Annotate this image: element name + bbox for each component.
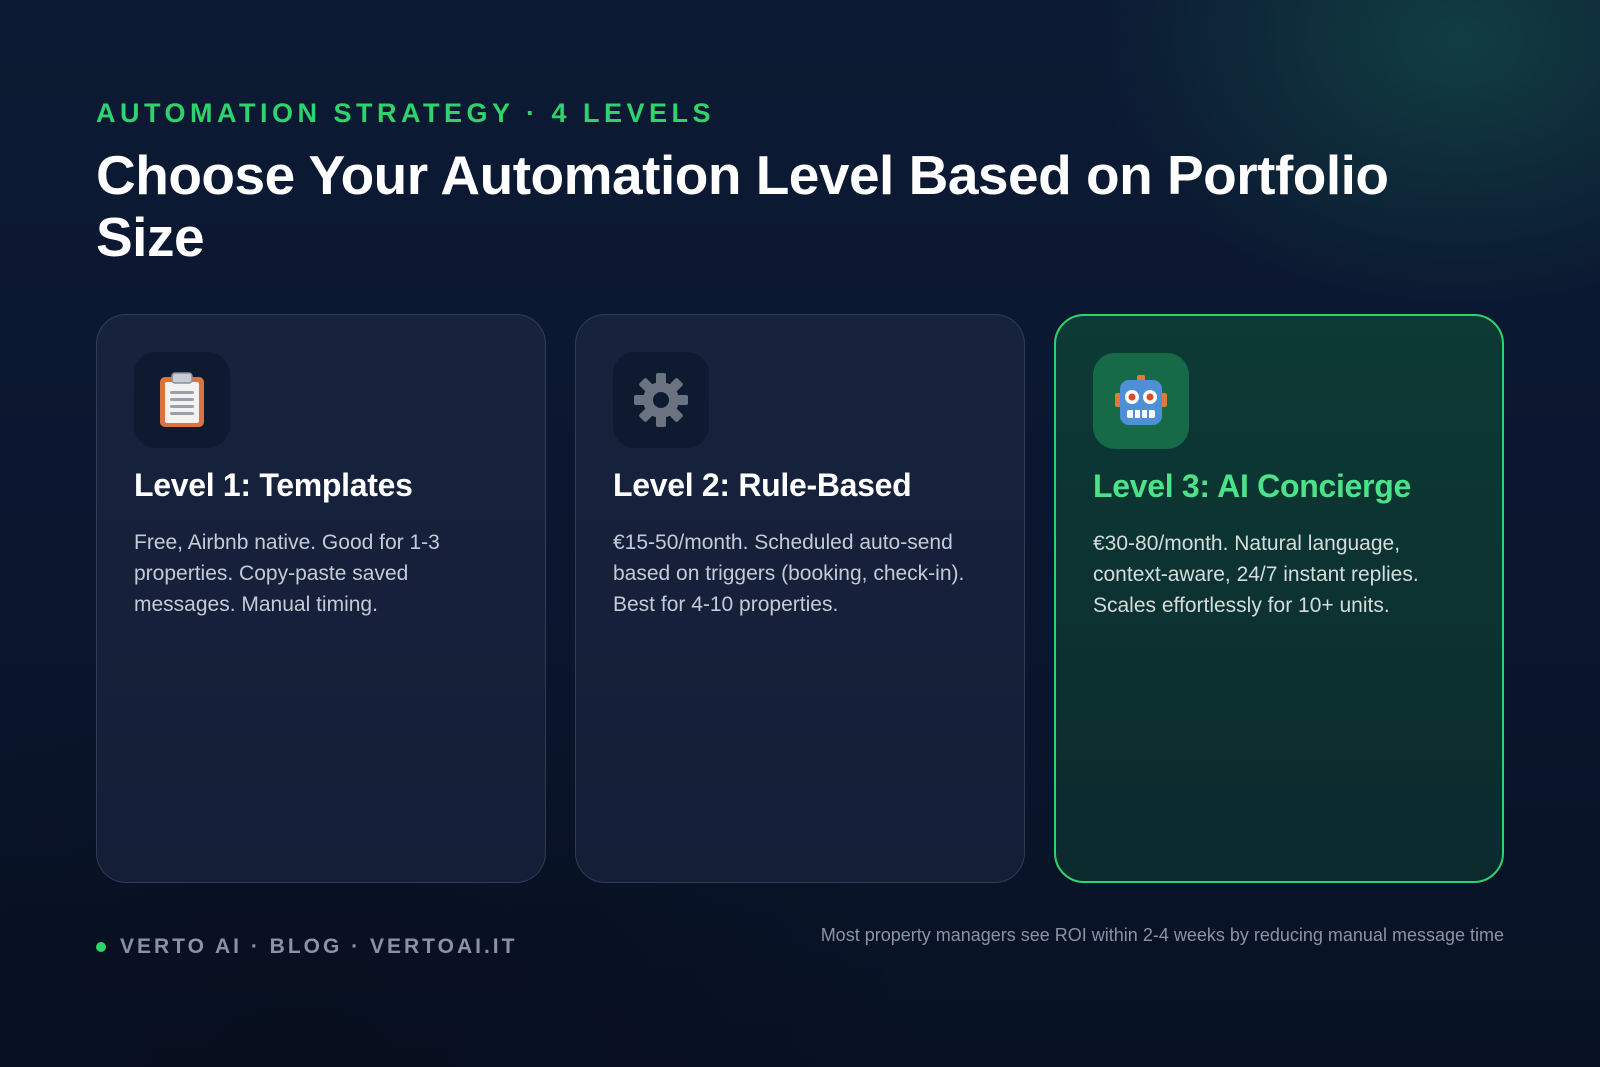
footer-brand: VERTO AI · BLOG · VERTOAI.IT bbox=[96, 935, 517, 959]
brand-label: VERTO AI · BLOG · VERTOAI.IT bbox=[120, 935, 518, 958]
card-description: Free, Airbnb native. Good for 1-3 proper… bbox=[134, 531, 440, 616]
card-title: Level 2: Rule-Based bbox=[613, 467, 912, 503]
page-title: Choose Your Automation Level Based on Po… bbox=[96, 144, 1389, 268]
eyebrow-label: AUTOMATION STRATEGY · 4 LEVELS bbox=[96, 98, 716, 128]
card-title: Level 3: AI Concierge bbox=[1093, 468, 1411, 504]
robot-icon bbox=[1093, 353, 1189, 449]
card-description: €15-50/month. Scheduled auto-send based … bbox=[613, 531, 965, 616]
card-level-3: Level 3: AI Concierge €30-80/month. Natu… bbox=[1054, 314, 1504, 883]
card-level-2: Level 2: Rule-Based €15-50/month. Schedu… bbox=[575, 314, 1025, 883]
status-dot-icon bbox=[96, 942, 106, 952]
footer-note: Most property managers see ROI within 2-… bbox=[820, 925, 1504, 945]
card-level-1: Level 1: Templates Free, Airbnb native. … bbox=[96, 314, 546, 883]
card-description: €30-80/month. Natural language, context-… bbox=[1093, 532, 1419, 617]
clipboard-icon bbox=[134, 352, 230, 448]
gear-icon bbox=[613, 352, 709, 448]
card-title: Level 1: Templates bbox=[134, 467, 413, 503]
